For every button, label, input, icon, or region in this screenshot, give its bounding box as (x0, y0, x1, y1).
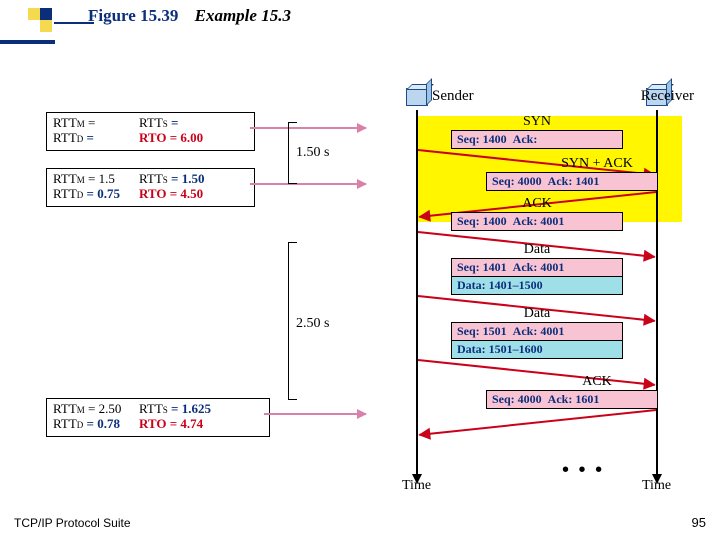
figure-number: Figure 15.39 (88, 6, 178, 25)
msg-synack: SYN + ACK Seq: 4000 Ack: 1401 (418, 156, 656, 193)
interval-1: 1.50 s (296, 145, 329, 161)
page-number: 95 (692, 515, 706, 530)
pink-arrow-2 (250, 183, 366, 185)
receiver-lifeline (656, 110, 658, 476)
rto-1: RTO = 6.00 (139, 130, 203, 145)
msg-data1: Data Seq: 1401 Ack: 4001 Data: 1401–1500 (418, 242, 656, 297)
rtt-box-3: RTTM = 2.50 RTTS = 1.625 RTTD = 0.78 RTO… (46, 398, 270, 437)
title-bullet-icon (28, 8, 54, 34)
slide-root: Figure 15.39 Example 15.3 RTTM = RTTS = … (0, 0, 720, 540)
time-label-right: Time (642, 478, 671, 494)
sender-label: Sender (432, 88, 474, 105)
title-underline-2 (0, 40, 55, 44)
rto-3: RTO = 4.74 (139, 416, 203, 431)
example-number: Example 15.3 (195, 6, 291, 25)
bracket-1 (288, 122, 289, 184)
sender-host-icon (406, 88, 428, 106)
msg-ack2: ACK Seq: 4000 Ack: 1601 (418, 374, 656, 411)
slide-title: Figure 15.39 Example 15.3 (88, 6, 291, 26)
rtt-box-2: RTTM = 1.5 RTTS = 1.50 RTTD = 0.75 RTO =… (46, 168, 255, 207)
receiver-label: Receiver (641, 88, 694, 105)
footer-text: TCP/IP Protocol Suite (14, 516, 131, 530)
rtt-box-1: RTTM = RTTS = RTTD = RTO = 6.00 (46, 112, 255, 151)
msg-data2: Data Seq: 1501 Ack: 4001 Data: 1501–1600 (418, 306, 656, 361)
sequence-diagram: Sender Receiver Time Time SYN Seq: 1400 … (370, 86, 710, 494)
pink-arrow-1 (250, 127, 366, 129)
interval-2: 2.50 s (296, 316, 329, 332)
continuation-dots: • • • (562, 459, 604, 482)
msg-syn: SYN Seq: 1400 Ack: (418, 114, 656, 151)
time-label-left: Time (402, 478, 431, 494)
pink-arrow-3 (264, 413, 366, 415)
bracket-2 (288, 242, 289, 400)
rto-2: RTO = 4.50 (139, 186, 203, 201)
msg-ack1: ACK Seq: 1400 Ack: 4001 (418, 196, 656, 233)
